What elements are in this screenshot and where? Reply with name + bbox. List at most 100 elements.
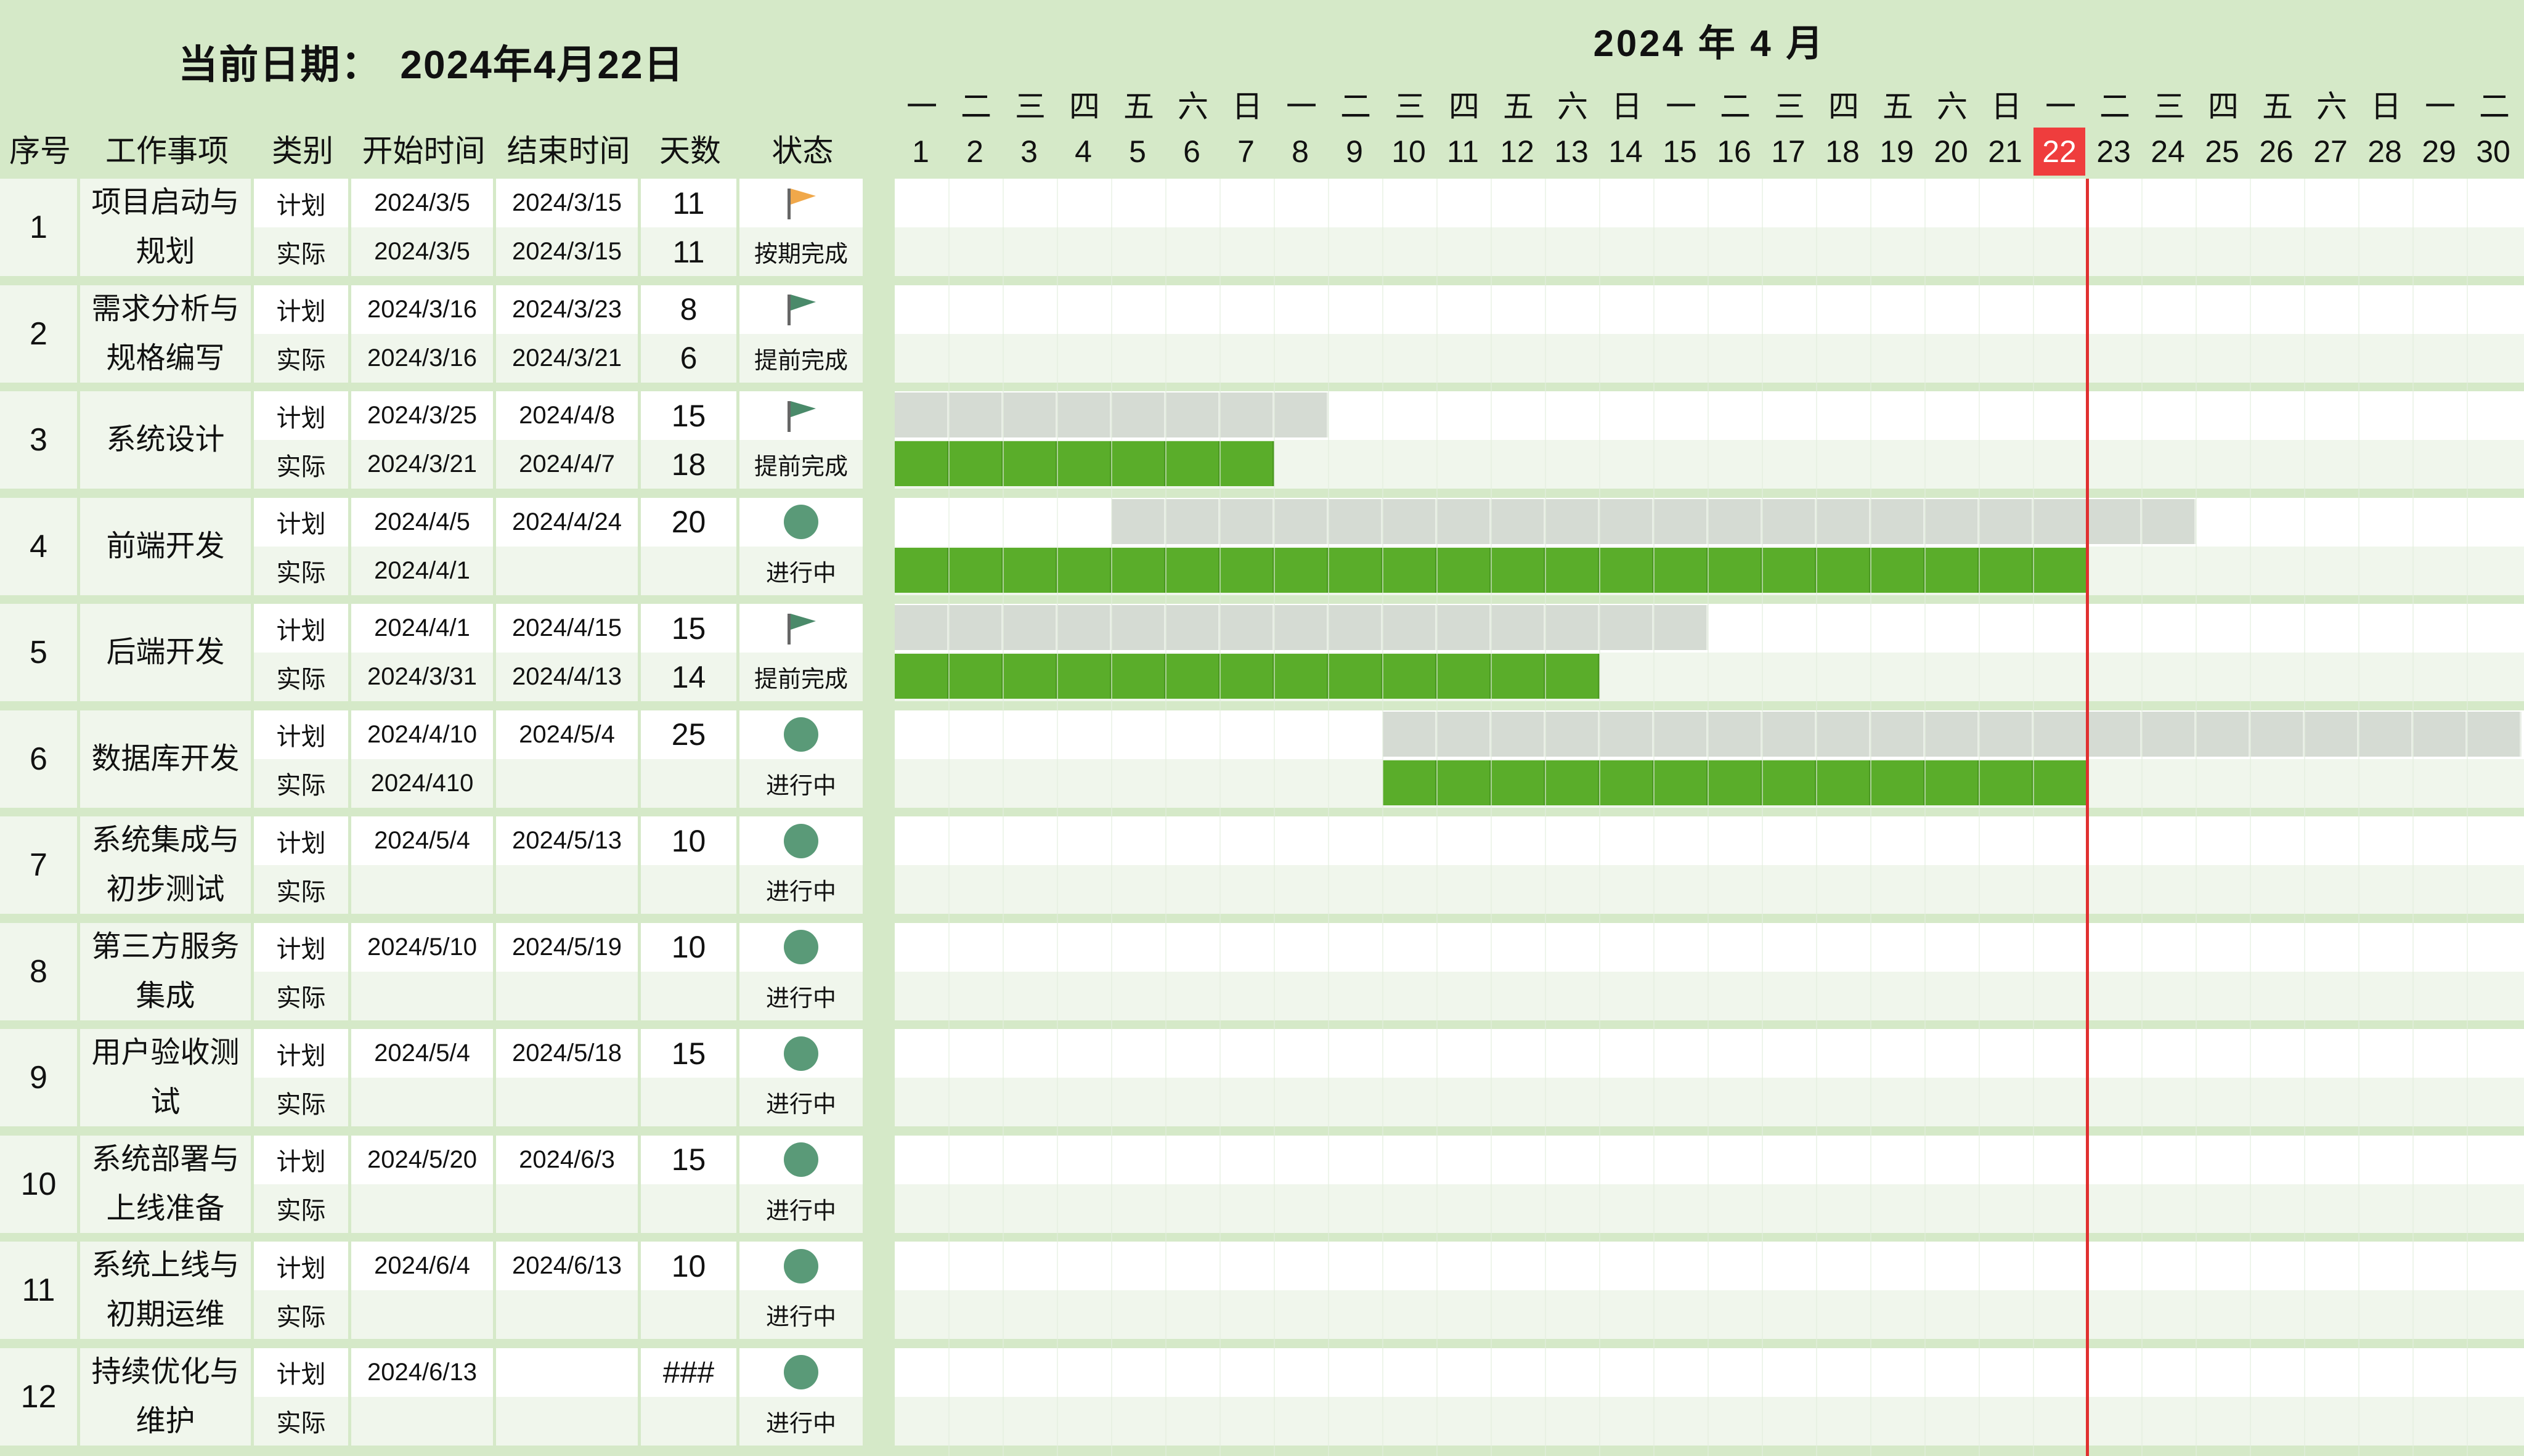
actual-days: 14: [671, 659, 706, 694]
actual-bar-segment: [949, 547, 1003, 593]
task-name: 数据库开发: [91, 742, 240, 775]
status-dot-icon: [739, 498, 863, 547]
actual-bar-segment: [1383, 760, 1437, 805]
plan-start-date: 2024/6/13: [367, 1358, 477, 1386]
gantt-plan-row: [895, 1029, 2524, 1078]
type-plan: 计划: [276, 936, 326, 963]
plan-end-date: 2024/5/19: [512, 933, 622, 961]
gantt-plan-row: [895, 1135, 2524, 1184]
plan-days: 15: [671, 398, 706, 433]
actual-bar-segment: [1112, 441, 1166, 486]
plan-start-date: 2024/4/10: [367, 720, 477, 748]
status-text: 进行中: [765, 1410, 836, 1437]
day-number: 21: [1979, 128, 2031, 176]
status-text: 进行中: [765, 985, 836, 1012]
task-name: 前端开发: [106, 529, 225, 563]
plan-bar-segment: [2088, 498, 2142, 544]
weekday-label: 日: [1220, 80, 1274, 128]
actual-bar-segment: [1871, 547, 1925, 593]
day-number: 10: [1383, 128, 1435, 176]
weekday-label: 一: [895, 80, 949, 128]
plan-bar-segment: [895, 392, 949, 437]
grid-line: [2141, 179, 2143, 1456]
column-header-seq: 序号: [0, 123, 80, 174]
plan-end-date: 2024/3/15: [512, 189, 622, 216]
plan-days: 11: [672, 185, 705, 221]
actual-days: 18: [671, 447, 706, 482]
weekday-label: 六: [2305, 80, 2359, 128]
type-actual: 实际: [276, 772, 326, 799]
weekday-label: 一: [1654, 80, 1708, 128]
status-dot-icon: [739, 1029, 863, 1078]
act-start-date: [351, 1078, 493, 1126]
plan-bar-segment: [1762, 498, 1817, 544]
day-number: 24: [2142, 128, 2194, 176]
day-number: 6: [1166, 128, 1218, 176]
plan-bar-segment: [1329, 605, 1383, 650]
act-start-date: 2024/3/16: [367, 344, 477, 372]
weekday-label: 二: [2467, 80, 2522, 128]
plan-bar-segment: [2033, 711, 2088, 757]
plan-bar-segment: [1383, 498, 1437, 544]
weekday-label: 三: [1762, 80, 1817, 128]
type-plan: 计划: [276, 1149, 326, 1176]
gantt-actual-row: [895, 1396, 2524, 1446]
plan-bar-segment: [1166, 605, 1220, 650]
plan-bar-segment: [2196, 711, 2250, 757]
actual-bar-segment: [1979, 760, 2033, 805]
actual-bar-segment: [1545, 547, 1600, 593]
column-header-start: 开始时间: [351, 123, 496, 174]
act-end-date: [496, 1290, 638, 1339]
day-number: 27: [2305, 128, 2356, 176]
type-actual: 实际: [276, 1410, 326, 1437]
actual-bar-segment: [1003, 547, 1057, 593]
grid-line: [1708, 179, 1709, 1456]
act-end-date: [496, 547, 638, 595]
task-seq: 1: [30, 209, 47, 245]
plan-start-date: 2024/3/25: [367, 402, 477, 429]
weekday-label: 二: [1329, 80, 1383, 128]
plan-bar-segment: [1437, 605, 1491, 650]
actual-bar-segment: [1166, 441, 1220, 486]
actual-bar-segment: [1166, 654, 1220, 699]
plan-bar-segment: [1220, 498, 1274, 544]
actual-bar-segment: [1329, 547, 1383, 593]
day-number: 9: [1329, 128, 1380, 176]
status-text: 进行中: [765, 879, 836, 905]
weekday-label: 一: [2413, 80, 2467, 128]
actual-bar-segment: [1220, 547, 1274, 593]
type-plan: 计划: [276, 511, 326, 538]
actual-days: 6: [680, 341, 698, 375]
plan-bar-segment: [1437, 498, 1491, 544]
act-end-date: 2024/4/13: [512, 663, 622, 690]
plan-bar-segment: [1545, 498, 1600, 544]
actual-bar-segment: [1057, 547, 1112, 593]
task-seq: 11: [22, 1272, 55, 1308]
grid-line: [2467, 179, 2468, 1456]
status-text: 进行中: [765, 1198, 836, 1224]
plan-bar-segment: [1925, 498, 1979, 544]
status-dot-icon: [739, 1242, 863, 1290]
day-number: 20: [1925, 128, 1977, 176]
act-end-date: 2024/4/7: [519, 450, 615, 478]
day-number: 19: [1871, 128, 1923, 176]
type-actual: 实际: [276, 665, 326, 693]
plan-bar-segment: [1708, 498, 1762, 544]
plan-start-date: 2024/3/16: [367, 295, 477, 323]
actual-bar-segment: [1708, 547, 1762, 593]
gantt-plan-row: [895, 1348, 2524, 1397]
task-seq: 8: [30, 953, 47, 990]
day-number: 13: [1545, 128, 1597, 176]
task-name: 项目启动与规划: [91, 186, 240, 268]
actual-days: [641, 547, 736, 595]
grid-line: [1979, 179, 1980, 1456]
actual-days: [641, 1397, 736, 1446]
weekday-label: 六: [1545, 80, 1600, 128]
task-name: 系统设计: [106, 423, 225, 456]
task-name: 第三方服务集成: [91, 930, 240, 1012]
status-text: 进行中: [765, 1304, 836, 1330]
plan-end-date: 2024/4/15: [512, 614, 622, 641]
weekday-label: 三: [1003, 80, 1057, 128]
actual-bar-segment: [2033, 760, 2088, 805]
weekday-label: 四: [1057, 80, 1112, 128]
